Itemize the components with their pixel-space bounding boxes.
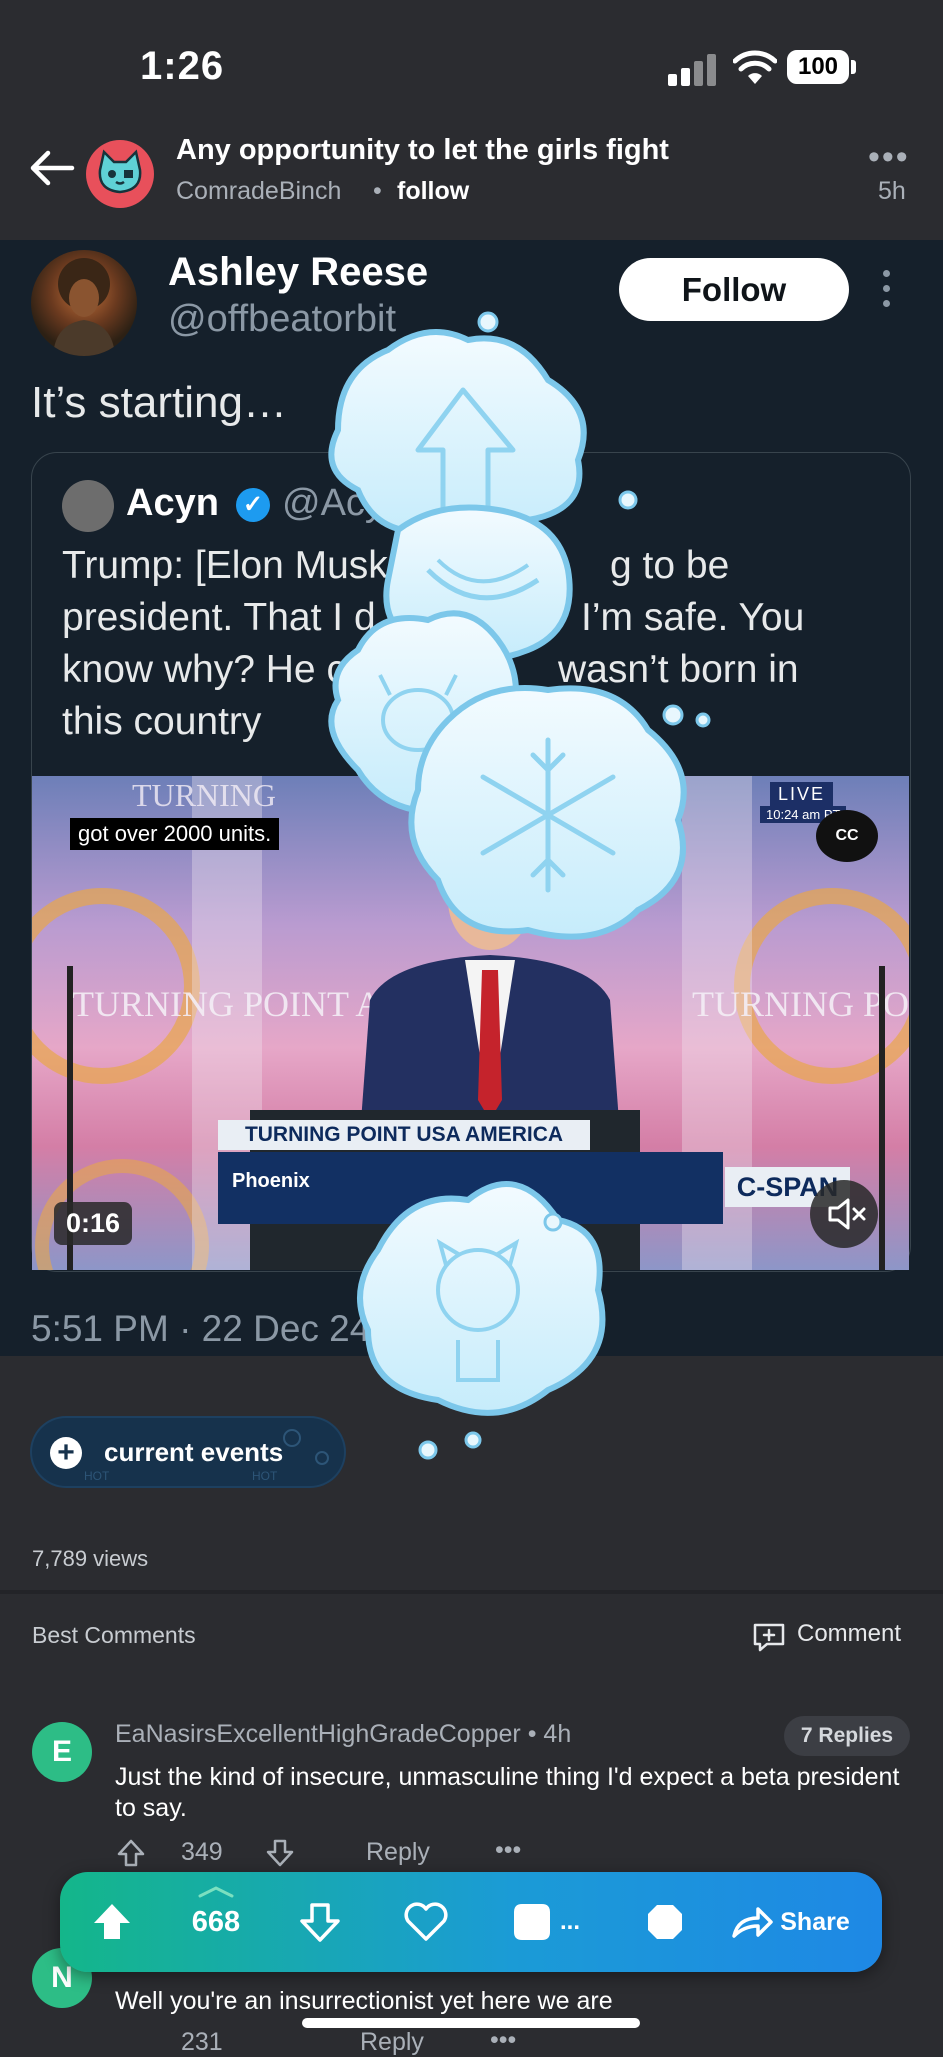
cellular-signal-icon bbox=[668, 54, 716, 86]
add-icon: + bbox=[50, 1437, 82, 1469]
downvote-icon[interactable] bbox=[264, 1838, 296, 1868]
quoted-author-name: Acyn bbox=[126, 482, 219, 524]
portrait-image bbox=[53, 258, 115, 356]
video-duration: 0:16 bbox=[54, 1202, 133, 1245]
post-title[interactable]: Any opportunity to let the girls fight bbox=[176, 134, 669, 167]
share-button[interactable]: Share bbox=[730, 1892, 850, 1952]
live-badge: LIVE bbox=[770, 782, 834, 807]
view-count: 7,789 views bbox=[32, 1546, 149, 1571]
back-arrow-icon[interactable] bbox=[28, 148, 76, 188]
comment-text: Well you're an insurrectionist yet here … bbox=[115, 1987, 613, 2015]
comments-sort-label[interactable]: Best Comments bbox=[32, 1622, 196, 1649]
tag-label[interactable]: current events bbox=[104, 1437, 283, 1468]
ice-snowflake-sticker bbox=[408, 685, 687, 940]
comment-score: 231 bbox=[181, 2028, 223, 2056]
tweet-author-name: Ashley Reese bbox=[168, 250, 429, 294]
share-icon bbox=[732, 1907, 773, 1938]
ice-cat-sticker bbox=[357, 1181, 606, 1416]
tweet-author-avatar bbox=[31, 250, 137, 356]
post-score: 668 bbox=[191, 1905, 241, 1938]
svg-text:HOT: HOT bbox=[252, 1469, 278, 1483]
comment-plus-icon[interactable] bbox=[752, 1622, 786, 1652]
svg-text:HOT: HOT bbox=[84, 1469, 110, 1483]
comment-more-icon[interactable]: ••• bbox=[490, 2026, 516, 2055]
upvote-icon[interactable] bbox=[115, 1838, 147, 1868]
backdrop-text-right: TURNING POINT ACTIO bbox=[692, 984, 909, 1024]
bookmark-icon[interactable] bbox=[640, 1892, 690, 1952]
quoted-author-avatar bbox=[62, 480, 114, 532]
comment-more-icon[interactable]: ••• bbox=[495, 1836, 521, 1865]
replies-count-button[interactable]: 7 Replies bbox=[784, 1716, 910, 1756]
mute-icon bbox=[810, 1180, 878, 1248]
add-comment-button[interactable]: Comment bbox=[797, 1620, 901, 1648]
commenter-avatar[interactable]: E bbox=[32, 1722, 92, 1782]
backdrop-text-top: TURNING bbox=[132, 777, 276, 813]
more-options-icon[interactable]: ••• bbox=[868, 138, 910, 177]
status-time: 1:26 bbox=[140, 44, 225, 88]
post-age: 5h bbox=[878, 177, 906, 205]
battery-tip bbox=[851, 60, 856, 74]
post-author[interactable]: ComradeBinch bbox=[176, 177, 341, 206]
battery-indicator: 100 bbox=[787, 50, 849, 84]
subreddit-avatar[interactable] bbox=[86, 140, 154, 208]
tweet-kebab-icon bbox=[883, 270, 893, 310]
upvote-icon[interactable] bbox=[84, 1892, 140, 1952]
cat-mascot-icon bbox=[98, 149, 142, 194]
comment-author[interactable]: EaNasirsExcellentHighGradeCopper • 4h bbox=[115, 1720, 571, 1749]
downvote-icon[interactable] bbox=[292, 1892, 348, 1952]
comment-score: 349 bbox=[181, 1838, 223, 1866]
home-indicator bbox=[302, 2018, 640, 2028]
heart-icon[interactable] bbox=[398, 1892, 454, 1952]
ice-sticker-overlay bbox=[328, 311, 711, 1460]
separator-dot: • bbox=[373, 177, 382, 205]
captions-button: CC bbox=[816, 810, 878, 862]
award-button[interactable]: ... bbox=[505, 1892, 585, 1952]
divider bbox=[0, 1590, 943, 1594]
comment-text: Just the kind of insecure, unmasculine t… bbox=[115, 1763, 900, 1822]
reply-button[interactable]: Reply bbox=[360, 2028, 424, 2057]
verified-badge-icon: ✓ bbox=[236, 488, 270, 522]
follow-author-link[interactable]: follow bbox=[397, 177, 469, 206]
closed-caption-text: got over 2000 units. bbox=[70, 818, 280, 850]
wifi-icon bbox=[733, 50, 777, 84]
tweet-text: It’s starting… bbox=[31, 378, 287, 427]
reply-button[interactable]: Reply bbox=[366, 1838, 430, 1867]
